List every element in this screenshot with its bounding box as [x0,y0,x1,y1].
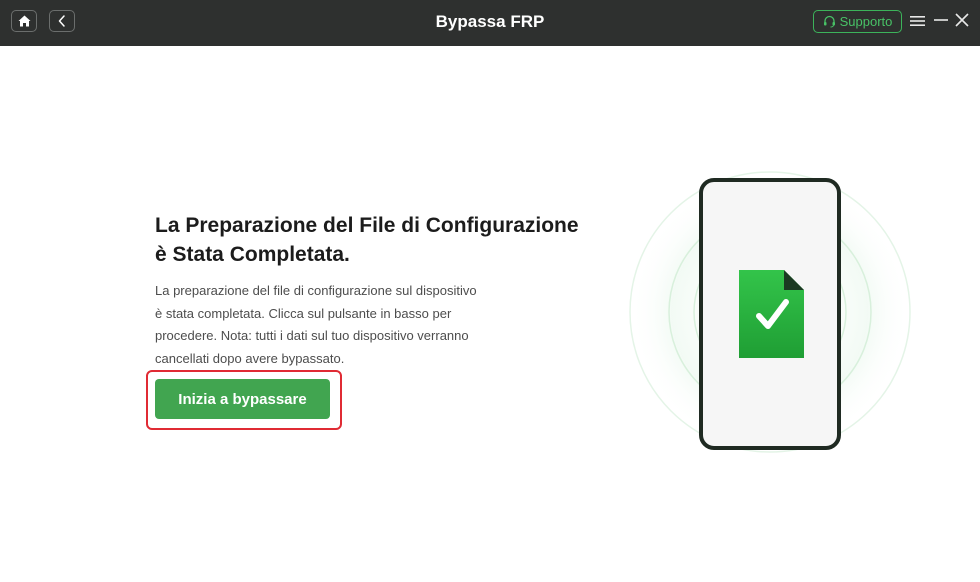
description-line: è stata completata. Clicca sul pulsante … [155,305,452,321]
close-icon[interactable] [955,13,969,27]
page-heading: La Preparazione del File di Configurazio… [155,211,595,269]
file-check-icon [739,270,804,358]
home-icon [18,15,30,27]
description-text: La preparazione del file di configurazio… [155,280,500,370]
description-line: La preparazione del file di configurazio… [155,283,477,298]
support-label: Supporto [839,14,893,29]
heading-line-1: La Preparazione del File di Configurazio… [155,214,579,237]
description-line: cancellati dopo avere bypassato. [155,350,345,366]
title-bar: Bypassa FRP Supporto [0,0,980,46]
menu-icon[interactable] [910,14,925,28]
back-icon [58,15,65,27]
back-button[interactable] [49,10,75,32]
start-bypass-button[interactable]: Inizia a bypassare [155,379,330,419]
support-button[interactable]: Supporto [813,10,902,33]
headset-icon [823,15,835,28]
home-button[interactable] [11,10,37,32]
phone-illustration [629,171,911,453]
minimize-icon[interactable] [934,13,948,27]
heading-line-2: è Stata Completata. [155,243,350,266]
description-line: procedere. Nota: tutti i dati sul tuo di… [155,328,469,343]
